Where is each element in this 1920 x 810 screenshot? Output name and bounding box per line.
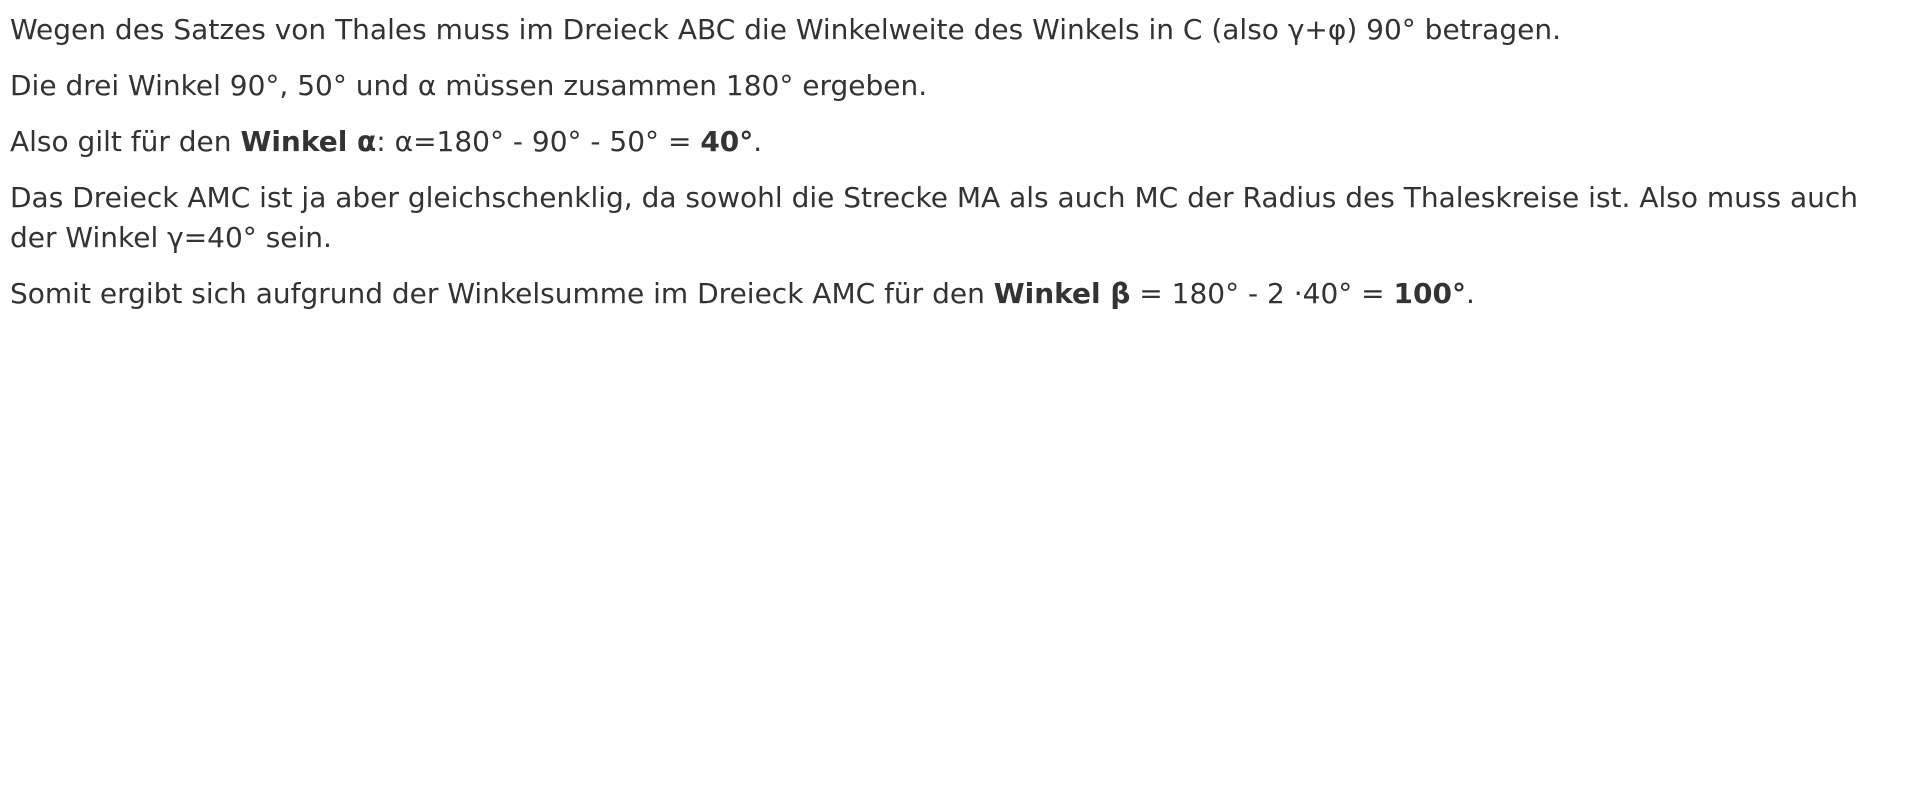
- paragraph-thales: Wegen des Satzes von Thales muss im Drei…: [10, 10, 1910, 50]
- alpha-period: .: [753, 125, 763, 158]
- alpha-label: Winkel α: [240, 125, 377, 158]
- beta-result: 100°: [1393, 277, 1466, 310]
- paragraph-angle-sum: Die drei Winkel 90°, 50° und α müssen zu…: [10, 66, 1910, 106]
- solution-text: Wegen des Satzes von Thales muss im Drei…: [10, 10, 1910, 330]
- alpha-intro: Also gilt für den: [10, 125, 241, 158]
- beta-period: .: [1465, 277, 1475, 310]
- paragraph-beta: Somit ergibt sich aufgrund der Winkelsum…: [10, 274, 1910, 314]
- paragraph-isosceles-text: Das Dreieck AMC ist ja aber gleichschenk…: [10, 181, 1859, 254]
- paragraph-thales-text: Wegen des Satzes von Thales muss im Drei…: [10, 13, 1561, 46]
- alpha-equation: : α=180° - 90° - 50° =: [376, 125, 701, 158]
- alpha-result: 40°: [700, 125, 754, 158]
- paragraph-isosceles: Das Dreieck AMC ist ja aber gleichschenk…: [10, 178, 1910, 258]
- beta-intro: Somit ergibt sich aufgrund der Winkelsum…: [10, 277, 994, 310]
- paragraph-alpha: Also gilt für den Winkel α: α=180° - 90°…: [10, 122, 1910, 162]
- paragraph-angle-sum-text: Die drei Winkel 90°, 50° und α müssen zu…: [10, 69, 928, 102]
- beta-equation: = 180° - 2 ·40° =: [1130, 277, 1394, 310]
- beta-label: Winkel β: [993, 277, 1131, 310]
